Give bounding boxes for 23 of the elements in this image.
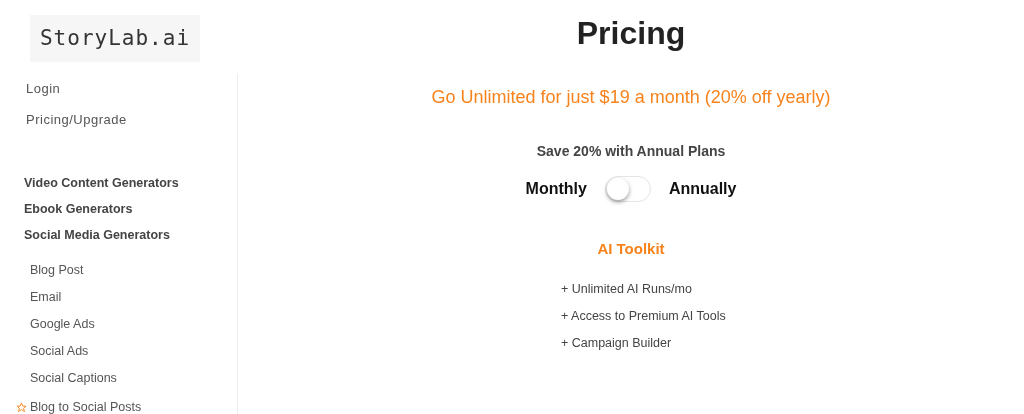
star-icon [16,401,27,413]
category-link[interactable]: Ebook Generators [24,200,237,218]
billing-toggle[interactable] [604,176,651,202]
toggle-label: Monthly [525,179,587,199]
tool-link[interactable]: Social Ads [30,342,237,360]
toggle-label: Annually [668,179,737,199]
promo-text: Go Unlimited for just $19 a month (20% off yearly) [431,86,831,109]
logo[interactable]: StoryLab.ai [30,15,200,62]
nav-link[interactable]: Pricing/Upgrade [26,111,237,129]
tool-link[interactable]: Social Captions [30,369,237,387]
page-title: Pricing [576,14,686,53]
feature-item: + Unlimited AI Runs/mo [561,280,693,298]
nav-link[interactable]: Login [26,80,237,98]
plan-name: AI Toolkit [597,239,665,259]
featured-link[interactable]: Blog to Social Posts [30,400,142,414]
save-note: Save 20% with Annual Plans [536,142,726,161]
tool-link[interactable]: Google Ads [30,315,237,333]
category-link[interactable]: Social Media Generators [24,226,237,244]
tool-link[interactable]: Email [30,288,237,306]
feature-item: + Campaign Builder [561,334,673,352]
category-link[interactable]: Video Content Generators [24,174,237,192]
tool-link[interactable]: Blog Post [30,261,237,279]
feature-item: + Access to Premium AI Tools [561,307,727,325]
